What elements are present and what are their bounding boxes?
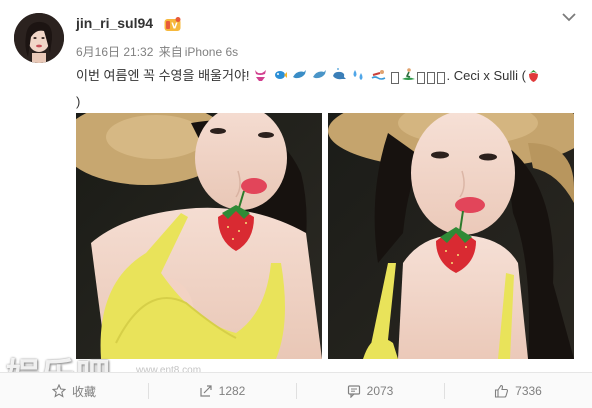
whale-icon: [332, 68, 346, 80]
comment-button[interactable]: 2073: [296, 373, 444, 408]
like-count: 7336: [515, 384, 542, 398]
favorite-label: 收藏: [71, 384, 96, 399]
post-text-close: ): [76, 94, 81, 109]
dolphin-icon: [293, 70, 307, 79]
emoji-row: [253, 67, 446, 90]
post-source[interactable]: iPhone 6s: [185, 45, 238, 59]
comment-count: 2073: [366, 384, 394, 398]
bikini-icon: [255, 70, 267, 81]
star-icon: [51, 384, 66, 398]
repost-count: 1282: [218, 384, 246, 398]
surfer-icon: [401, 68, 415, 80]
post-photo-1[interactable]: [76, 113, 322, 359]
dolphin-icon: [313, 70, 327, 79]
swimmer-icon: [371, 70, 386, 80]
post-text-main: 이번 여름엔 꼭 수영을 배울거야!: [76, 68, 250, 83]
repost-icon: [200, 385, 212, 397]
username[interactable]: jin_ri_sul94: [76, 15, 153, 31]
post-text-ceci: . Ceci x Sulli (: [446, 68, 527, 83]
svg-text:V: V: [171, 22, 178, 31]
source-prefix: 来自: [158, 45, 183, 59]
post-date[interactable]: 6月16日 21:32: [76, 45, 153, 59]
action-bar: 收藏 1282 2073 7336: [0, 372, 592, 408]
avatar[interactable]: [14, 13, 64, 63]
missing-glyph: [436, 72, 445, 84]
chevron-down-icon[interactable]: [562, 12, 576, 22]
thumbs-up-icon: [495, 384, 509, 398]
missing-glyph: [416, 72, 425, 84]
missing-glyph: [390, 72, 399, 84]
like-button[interactable]: 7336: [444, 373, 592, 408]
verified-badge-icon: V: [164, 17, 181, 31]
favorite-button[interactable]: 收藏: [0, 373, 148, 408]
tropical-fish-icon: [274, 71, 287, 79]
comment-icon: [347, 385, 360, 398]
post-meta: 6月16日 21:32 来自 iPhone 6s: [76, 43, 238, 60]
strawberry-icon: [529, 70, 539, 82]
post-text: 이번 여름엔 꼭 수영을 배울거야! . Ceci x Sulli ( ): [76, 64, 576, 113]
weibo-post-card: jin_ri_sul94 V 6月16日 21:32 来自 iPhone 6s 이…: [0, 0, 592, 408]
post-photo-2[interactable]: [328, 113, 574, 359]
sweat-droplets-icon: [353, 70, 363, 80]
repost-button[interactable]: 1282: [148, 373, 296, 408]
missing-glyph: [426, 72, 435, 84]
